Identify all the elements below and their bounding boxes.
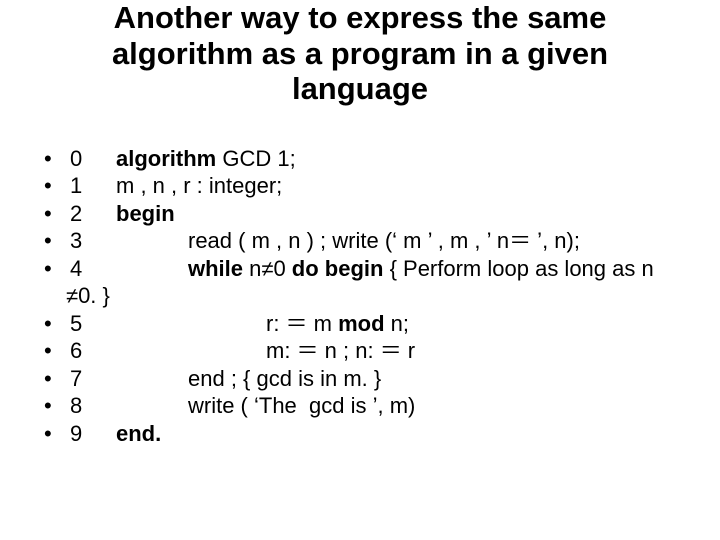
- keyword-begin: begin: [116, 201, 175, 226]
- code-text: r: ＝ m mod n;: [116, 310, 680, 338]
- code-line-5: • 5 r: ＝ m mod n;: [40, 310, 680, 338]
- line-number: 8: [70, 392, 116, 420]
- bullet-icon: •: [40, 145, 70, 173]
- code-line-2: • 2 begin: [40, 200, 680, 228]
- code-text: begin: [116, 200, 680, 228]
- line-number: 4: [70, 255, 116, 283]
- code-line-4: • 4 while n≠0 do begin { Perform loop as…: [40, 255, 680, 283]
- code-text: ≠0. }: [66, 283, 110, 308]
- code-text: end.: [116, 420, 680, 448]
- code-fragment: GCD 1;: [216, 146, 295, 171]
- slide-title: Another way to express the same algorith…: [40, 0, 680, 107]
- code-text: write ( ‘The gcd is ’, m): [116, 392, 680, 420]
- bullet-icon: •: [40, 337, 70, 365]
- slide: Another way to express the same algorith…: [0, 0, 720, 540]
- bullet-icon: •: [40, 420, 70, 448]
- code-line-3: • 3 read ( m , n ) ; write (‘ m ’ , m , …: [40, 227, 680, 255]
- line-number: 6: [70, 337, 116, 365]
- bullet-icon: •: [40, 392, 70, 420]
- code-line-6: • 6 m: ＝ n ; n: ＝ r: [40, 337, 680, 365]
- code-text: m , n , r : integer;: [116, 172, 680, 200]
- bullet-icon: •: [40, 310, 70, 338]
- line-number: 7: [70, 365, 116, 393]
- code-text: algorithm GCD 1;: [116, 145, 680, 173]
- bullet-icon: •: [40, 365, 70, 393]
- code-fragment: r: ＝ m: [266, 311, 338, 336]
- code-line-1: • 1 m , n , r : integer;: [40, 172, 680, 200]
- code-fragment: { Perform loop as long as n: [383, 256, 653, 281]
- code-listing: • 0 algorithm GCD 1; • 1 m , n , r : int…: [40, 145, 680, 448]
- bullet-icon: •: [40, 172, 70, 200]
- line-number: 5: [70, 310, 116, 338]
- code-fragment: n;: [385, 311, 409, 336]
- code-line-4-cont: ≠0. }: [66, 282, 680, 310]
- code-text: end ; { gcd is in m. }: [116, 365, 680, 393]
- bullet-icon: •: [40, 227, 70, 255]
- code-line-9: • 9 end.: [40, 420, 680, 448]
- keyword-mod: mod: [338, 311, 384, 336]
- line-number: 3: [70, 227, 116, 255]
- code-text: while n≠0 do begin { Perform loop as lon…: [116, 255, 680, 283]
- code-text: m: ＝ n ; n: ＝ r: [116, 337, 680, 365]
- code-line-0: • 0 algorithm GCD 1;: [40, 145, 680, 173]
- line-number: 0: [70, 145, 116, 173]
- bullet-icon: •: [40, 200, 70, 228]
- code-line-7: • 7 end ; { gcd is in m. }: [40, 365, 680, 393]
- code-text: read ( m , n ) ; write (‘ m ’ , m , ’ n＝…: [116, 227, 680, 255]
- keyword-end: end.: [116, 421, 161, 446]
- code-fragment: n≠0: [243, 256, 292, 281]
- keyword-while: while: [188, 256, 243, 281]
- line-number: 9: [70, 420, 116, 448]
- line-number: 2: [70, 200, 116, 228]
- bullet-icon: •: [40, 255, 70, 283]
- keyword-do-begin: do begin: [292, 256, 384, 281]
- line-number: 1: [70, 172, 116, 200]
- code-line-8: • 8 write ( ‘The gcd is ’, m): [40, 392, 680, 420]
- keyword-algorithm: algorithm: [116, 146, 216, 171]
